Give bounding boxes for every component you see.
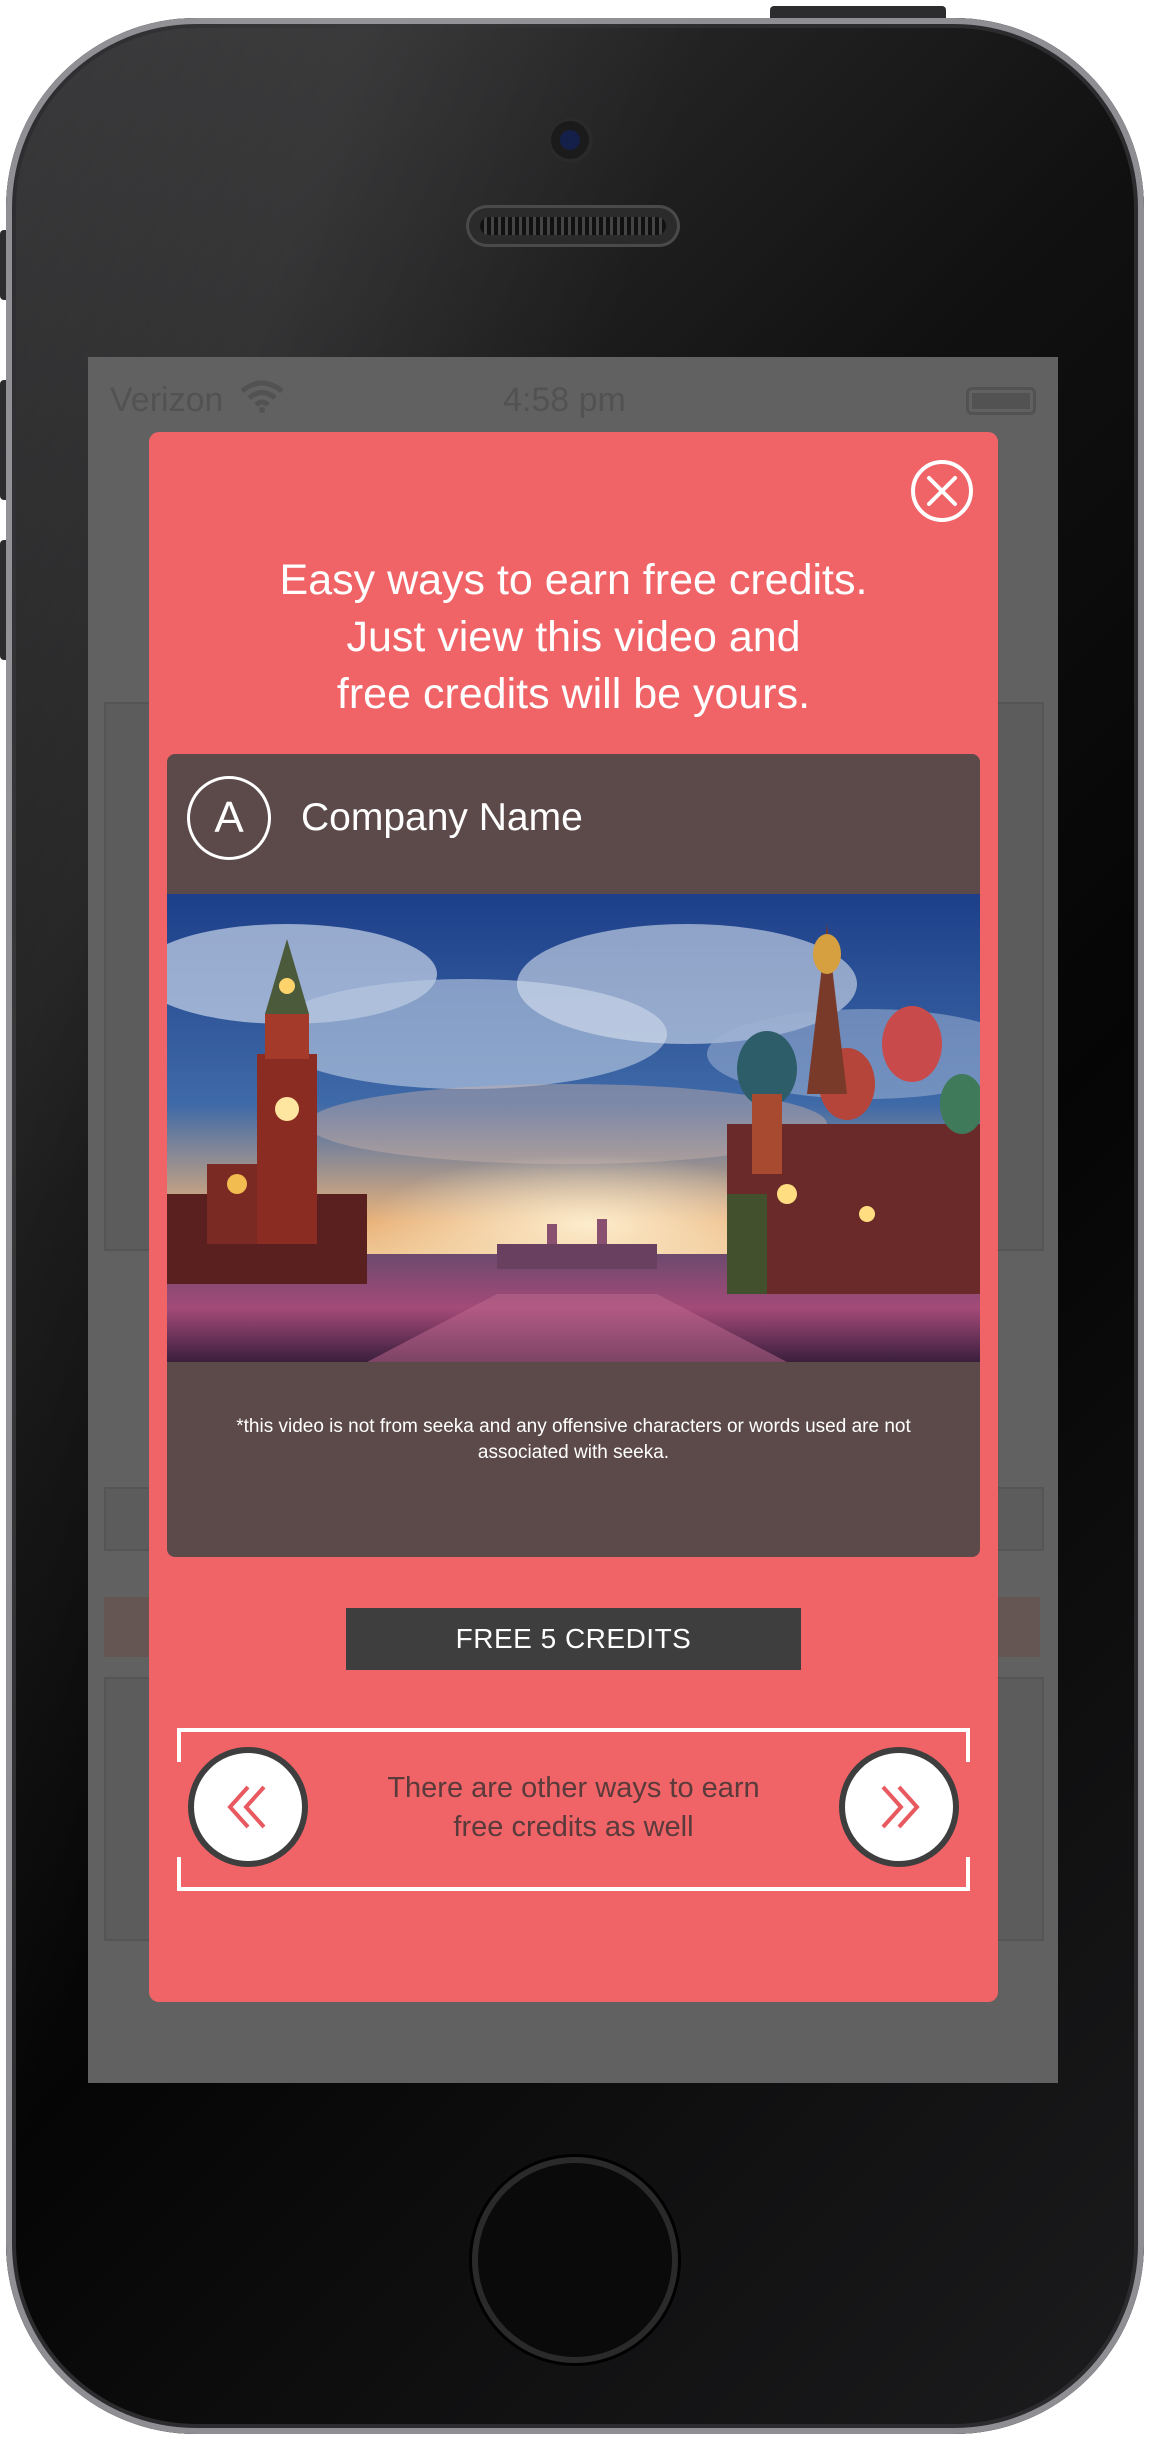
close-button[interactable] — [911, 460, 973, 522]
close-icon — [927, 476, 957, 506]
double-chevron-right-icon — [881, 1785, 920, 1829]
company-avatar: A — [187, 776, 271, 860]
next-button[interactable] — [839, 1747, 959, 1867]
earn-credits-modal: Easy ways to earn free credits. Just vie… — [149, 432, 998, 2002]
home-button[interactable] — [472, 2157, 678, 2363]
other-ways-panel: There are other ways to earn free credit… — [176, 1727, 971, 1892]
video-disclaimer: *this video is not from seeka and any of… — [236, 1416, 911, 1463]
video-thumbnail[interactable] — [167, 894, 980, 1362]
company-name: Company Name — [301, 796, 583, 839]
previous-button[interactable] — [188, 1747, 308, 1867]
double-chevron-left-icon — [227, 1785, 266, 1829]
video-ad-card[interactable]: A Company Name *this video is not from s… — [167, 754, 980, 1557]
earpiece-speaker — [466, 205, 680, 247]
modal-headline: Easy ways to earn free credits. Just vie… — [279, 556, 868, 718]
front-camera — [547, 117, 593, 163]
free-credits-button[interactable]: FREE 5 CREDITS — [346, 1608, 801, 1670]
other-ways-text: There are other ways to earn free credit… — [387, 1772, 760, 1843]
